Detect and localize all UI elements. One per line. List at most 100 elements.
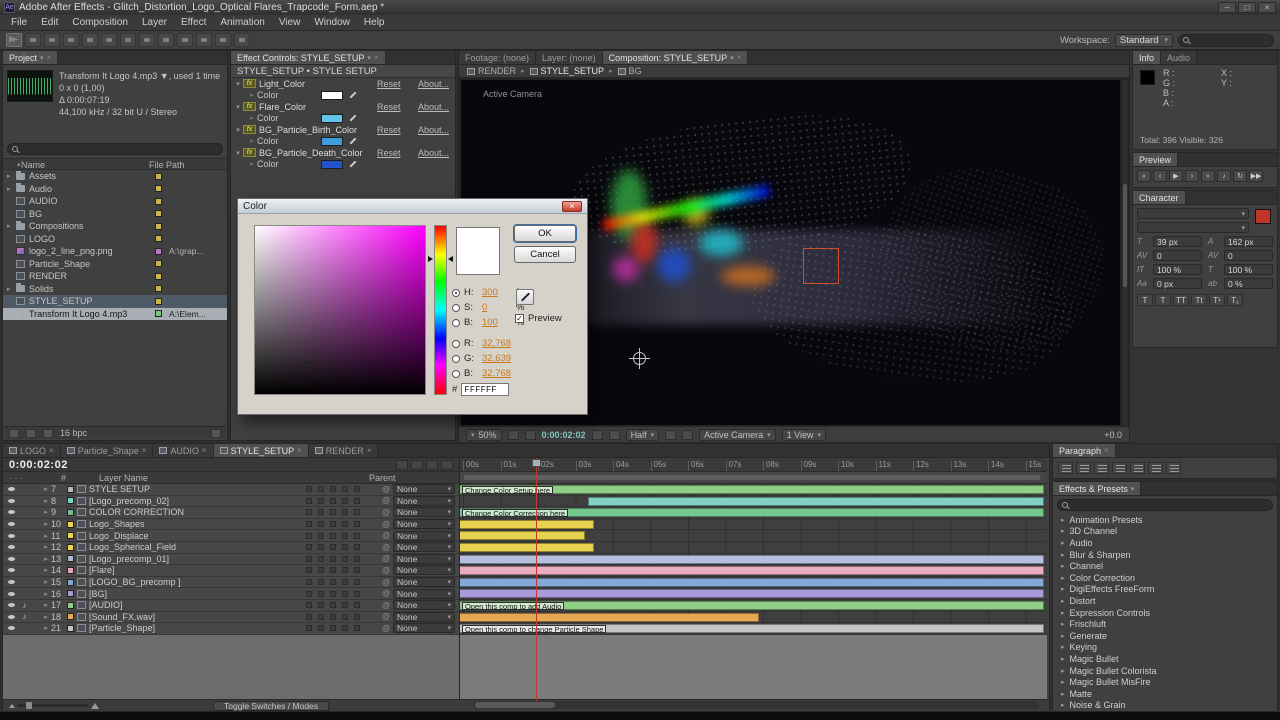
layer-duration-bar[interactable]: Open this comp to add Audio — [459, 601, 1044, 610]
menu-animation[interactable]: Animation — [213, 16, 271, 29]
effects-category[interactable]: ▸Blur & Sharpen — [1053, 549, 1277, 561]
effects-category[interactable]: ▸Magic Bullet Colorista — [1053, 665, 1277, 677]
field-value[interactable]: 32,639 — [482, 353, 512, 364]
previous-frame-button[interactable]: ‹ — [1153, 170, 1167, 182]
expander-icon[interactable]: ▸ — [41, 566, 51, 574]
switch-cell[interactable] — [318, 509, 324, 515]
label-chip[interactable] — [67, 602, 74, 609]
switch-cell[interactable] — [354, 498, 360, 504]
close-icon[interactable]: × — [142, 446, 147, 455]
expander-icon[interactable]: ▸ — [1061, 701, 1065, 709]
pickwhip-icon[interactable]: @ — [382, 520, 393, 529]
camera-select[interactable]: Active Camera▾ — [699, 429, 776, 441]
layer-track[interactable] — [459, 554, 1047, 566]
switch-cell[interactable] — [354, 533, 360, 539]
switch-cell[interactable] — [330, 509, 336, 515]
switch-cell[interactable] — [318, 498, 324, 504]
effect-row[interactable]: ▾fxBG_Particle_Birth_ColorResetAbout... — [231, 124, 455, 136]
expander-icon[interactable]: ▸ — [1061, 655, 1065, 663]
view-layout-select[interactable]: 1 View▾ — [782, 429, 826, 441]
layer-row[interactable]: ▸7STYLE SETUP@None▾ — [3, 484, 459, 496]
switch-cell[interactable] — [306, 579, 312, 585]
parent-select[interactable]: None▾ — [393, 484, 455, 494]
ram-preview-button[interactable]: ▶▶ — [1249, 170, 1263, 182]
switch-cell[interactable] — [330, 614, 336, 620]
pan-behind-tool[interactable] — [101, 33, 117, 47]
switch-cell[interactable] — [342, 509, 348, 515]
reset-link[interactable]: Reset — [377, 102, 411, 112]
parent-select[interactable]: None▾ — [393, 496, 455, 506]
switch-cell[interactable] — [342, 602, 348, 608]
eyedropper-icon[interactable] — [348, 136, 358, 146]
next-frame-button[interactable]: › — [1185, 170, 1199, 182]
close-icon[interactable]: × — [202, 446, 207, 455]
pickwhip-icon[interactable]: @ — [382, 624, 393, 633]
switch-cell[interactable] — [354, 602, 360, 608]
layer-row[interactable]: ▸13[Logo_precomp_01]@None▾ — [3, 554, 459, 566]
fx-badge-icon[interactable]: fx — [243, 148, 256, 157]
reset-link[interactable]: Reset — [377, 125, 411, 135]
video-switch[interactable] — [5, 592, 18, 596]
expander-icon[interactable]: ▸ — [7, 185, 16, 193]
expander-icon[interactable]: ▸ — [1061, 539, 1065, 547]
baseline-shift-value[interactable]: 0 px — [1153, 278, 1202, 289]
about-link[interactable]: About... — [418, 102, 449, 112]
pickwhip-icon[interactable]: @ — [382, 566, 393, 575]
expander-icon[interactable]: ▸ — [41, 578, 51, 586]
switch-cell[interactable] — [342, 486, 348, 492]
label-chip[interactable] — [155, 198, 162, 205]
expander-icon[interactable]: ▸ — [41, 508, 51, 516]
vertical-scale-value[interactable]: 100 % — [1153, 264, 1202, 275]
close-icon[interactable]: × — [297, 446, 302, 455]
project-item[interactable]: RENDER — [3, 270, 227, 283]
switch-cell[interactable] — [330, 579, 336, 585]
switch-cell[interactable] — [330, 498, 336, 504]
layer-track[interactable] — [459, 612, 1047, 624]
pen-tool[interactable] — [139, 33, 155, 47]
help-searchbox[interactable] — [1178, 34, 1274, 47]
video-switch[interactable] — [5, 626, 18, 630]
switch-cell[interactable] — [330, 486, 336, 492]
switch-cell[interactable] — [354, 567, 360, 573]
track-camera-tool[interactable] — [82, 33, 98, 47]
layer-duration-bar[interactable]: Change Color Setup here — [459, 485, 1044, 494]
project-item[interactable]: ▸Solids — [3, 283, 227, 296]
effect-property-row[interactable]: ▸Color — [231, 136, 455, 148]
label-chip[interactable] — [155, 185, 162, 192]
expander-icon[interactable]: ▸ — [1061, 632, 1065, 640]
pickwhip-icon[interactable]: @ — [382, 601, 393, 610]
timeline-divider[interactable] — [459, 458, 460, 699]
switch-cell[interactable] — [318, 521, 324, 527]
layer-row[interactable]: ▸15[LOGO_BG_precomp ]@None▾ — [3, 577, 459, 589]
font-style-select[interactable]: ▾ — [1137, 222, 1249, 233]
switch-cell[interactable] — [342, 556, 348, 562]
expander-icon[interactable]: ▸ — [1061, 667, 1065, 675]
pickwhip-icon[interactable]: @ — [382, 531, 393, 540]
parent-select[interactable]: None▾ — [393, 623, 455, 633]
switch-cell[interactable] — [306, 544, 312, 550]
current-time-indicator[interactable] — [536, 458, 537, 701]
preview-checkbox[interactable]: ✓ — [515, 314, 524, 323]
label-chip[interactable] — [155, 310, 162, 317]
dropdown-arrow-icon[interactable]: ▾ — [730, 54, 734, 62]
video-switch[interactable] — [5, 510, 18, 514]
label-chip[interactable] — [155, 210, 162, 217]
project-bit-depth[interactable]: 16 bpc — [60, 428, 87, 438]
label-chip[interactable] — [155, 273, 162, 280]
effects-category[interactable]: ▸Magic Bullet — [1053, 653, 1277, 665]
pickwhip-icon[interactable]: @ — [382, 543, 393, 552]
first-frame-button[interactable]: « — [1137, 170, 1151, 182]
audio-switch[interactable]: ♪ — [18, 612, 31, 621]
switch-cell[interactable] — [306, 602, 312, 608]
layer-track[interactable]: Change Color Correction here — [459, 507, 1047, 519]
label-chip[interactable] — [67, 532, 74, 539]
expander-icon[interactable]: ▸ — [41, 543, 51, 551]
switch-cell[interactable] — [318, 567, 324, 573]
switch-cell[interactable] — [342, 614, 348, 620]
label-chip[interactable] — [67, 509, 74, 516]
switch-cell[interactable] — [318, 556, 324, 562]
color-swatch[interactable] — [321, 137, 343, 146]
blue-radio[interactable] — [452, 370, 460, 378]
search-input[interactable] — [1193, 34, 1263, 46]
effect-property-row[interactable]: ▸Color — [231, 90, 455, 102]
